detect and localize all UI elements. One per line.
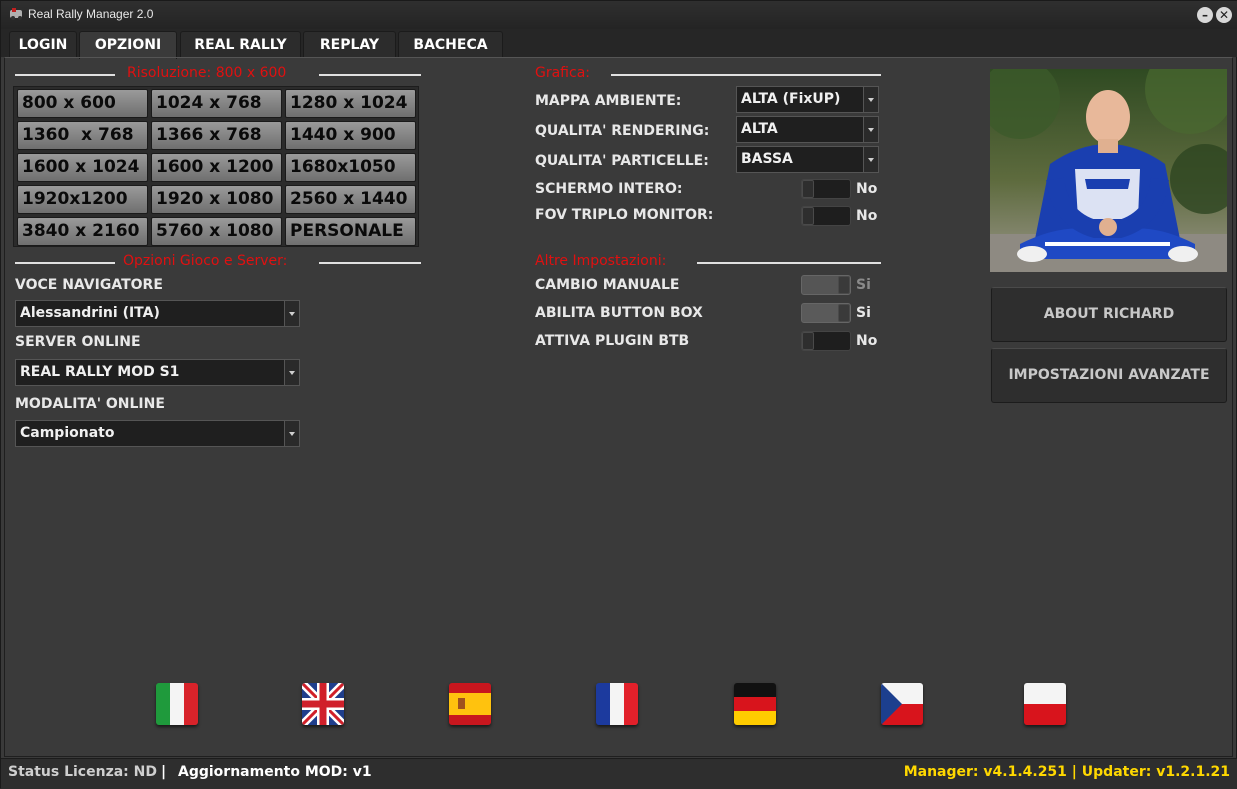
- graphics-section-title: Grafica:: [535, 65, 590, 81]
- online-server-value: REAL RALLY MOD S1: [20, 364, 180, 380]
- chevron-down-icon[interactable]: [284, 360, 299, 385]
- resolution-button[interactable]: 1440 x 900: [285, 121, 416, 150]
- particles-quality-value: BASSA: [741, 151, 793, 167]
- btb-plugin-toggle[interactable]: [801, 331, 851, 351]
- close-button[interactable]: ✕: [1216, 7, 1232, 23]
- section-divider: [611, 74, 881, 76]
- section-divider: [15, 262, 115, 264]
- manual-gearbox-value: Si: [856, 277, 871, 293]
- particles-quality-label: QUALITA' PARTICELLE:: [535, 153, 709, 169]
- resolution-button[interactable]: 2560 x 1440: [285, 185, 416, 214]
- other-settings-section-title: Altre Impostazioni:: [535, 253, 667, 269]
- about-richard-button[interactable]: ABOUT RICHARD: [991, 287, 1227, 342]
- driver-photo: [990, 69, 1227, 272]
- chevron-down-icon[interactable]: [284, 301, 299, 326]
- rendering-quality-value: ALTA: [741, 121, 778, 137]
- resolution-button[interactable]: 1680x1050: [285, 153, 416, 182]
- manual-gearbox-toggle[interactable]: [801, 275, 851, 295]
- button-box-label: ABILITA BUTTON BOX: [535, 305, 703, 321]
- resolution-button[interactable]: 1024 x 768: [151, 89, 282, 118]
- uk-flag-icon[interactable]: [302, 683, 344, 725]
- particles-quality-select[interactable]: BASSA: [736, 146, 879, 173]
- title-bar: Real Rally Manager 2.0 – ✕: [1, 1, 1237, 29]
- version-info: Manager: v4.1.4.251 | Updater: v1.2.1.21: [903, 764, 1230, 780]
- resolution-button[interactable]: 5760 x 1080: [151, 217, 282, 246]
- fullscreen-toggle[interactable]: [801, 179, 851, 199]
- online-server-label: SERVER ONLINE: [15, 334, 141, 350]
- fullscreen-label: SCHERMO INTERO:: [535, 181, 683, 197]
- resolution-button[interactable]: PERSONALE: [285, 217, 416, 246]
- advanced-settings-button[interactable]: IMPOSTAZIONI AVANZATE: [991, 348, 1227, 403]
- spain-flag-icon[interactable]: [449, 683, 491, 725]
- minimize-button[interactable]: –: [1197, 7, 1213, 23]
- chevron-down-icon[interactable]: [863, 147, 878, 172]
- czech-flag-icon[interactable]: [881, 683, 923, 725]
- resolution-button[interactable]: 1920x1200: [17, 185, 148, 214]
- chevron-down-icon[interactable]: [863, 87, 878, 112]
- section-divider: [697, 262, 881, 264]
- fov-triple-monitor-toggle[interactable]: [801, 206, 851, 226]
- resolution-button[interactable]: 3840 x 2160: [17, 217, 148, 246]
- button-box-toggle[interactable]: [801, 303, 851, 323]
- tab-real-rally[interactable]: REAL RALLY: [180, 31, 301, 58]
- resolution-button[interactable]: 1600 x 1200: [151, 153, 282, 182]
- online-mode-label: MODALITA' ONLINE: [15, 396, 165, 412]
- rendering-quality-label: QUALITA' RENDERING:: [535, 123, 710, 139]
- tab-replay[interactable]: REPLAY: [303, 31, 396, 58]
- navigator-voice-value: Alessandrini (ITA): [20, 305, 160, 321]
- rendering-quality-select[interactable]: ALTA: [736, 116, 879, 143]
- online-mode-value: Campionato: [20, 425, 115, 441]
- tab-opzioni[interactable]: OPZIONI: [79, 31, 177, 59]
- toggle-knob: [838, 276, 850, 294]
- button-box-value: Si: [856, 305, 871, 321]
- resolution-button[interactable]: 1600 x 1024: [17, 153, 148, 182]
- status-bar: Status Licenza: ND | Aggiornamento MOD: …: [1, 758, 1237, 789]
- italy-flag-icon[interactable]: [156, 683, 198, 725]
- section-divider: [15, 74, 115, 76]
- btb-plugin-label: ATTIVA PLUGIN BTB: [535, 333, 690, 349]
- fov-triple-monitor-label: FOV TRIPLO MONITOR:: [535, 207, 714, 223]
- chevron-down-icon[interactable]: [863, 117, 878, 142]
- resolution-button[interactable]: 1366 x 768: [151, 121, 282, 150]
- online-server-select[interactable]: REAL RALLY MOD S1: [15, 359, 300, 386]
- toggle-knob: [802, 207, 814, 225]
- app-window: Real Rally Manager 2.0 – ✕ LOGIN OPZIONI…: [0, 0, 1237, 789]
- navigator-voice-label: VOCE NAVIGATORE: [15, 277, 163, 293]
- france-flag-icon[interactable]: [596, 683, 638, 725]
- section-divider: [319, 74, 421, 76]
- germany-flag-icon[interactable]: [734, 683, 776, 725]
- navigator-voice-select[interactable]: Alessandrini (ITA): [15, 300, 300, 327]
- tab-login[interactable]: LOGIN: [9, 31, 77, 58]
- map-environment-label: MAPPA AMBIENTE:: [535, 93, 682, 109]
- mod-update-status: Aggiornamento MOD: v1: [178, 764, 372, 780]
- toggle-knob: [838, 304, 850, 322]
- game-server-section-title: Opzioni Gioco e Server:: [123, 253, 288, 269]
- resolution-section-title: Risoluzione: 800 x 600: [127, 65, 287, 81]
- section-divider: [319, 262, 421, 264]
- map-environment-select[interactable]: ALTA (FixUP): [736, 86, 879, 113]
- online-mode-select[interactable]: Campionato: [15, 420, 300, 447]
- toggle-knob: [802, 332, 814, 350]
- fullscreen-value: No: [856, 181, 878, 197]
- app-logo-icon: [10, 8, 22, 20]
- poland-flag-icon[interactable]: [1024, 683, 1066, 725]
- toggle-knob: [802, 180, 814, 198]
- license-status: Status Licenza: ND: [8, 764, 157, 780]
- status-separator: |: [161, 764, 167, 780]
- window-title: Real Rally Manager 2.0: [28, 7, 154, 21]
- manual-gearbox-label: CAMBIO MANUALE: [535, 277, 680, 293]
- resolution-grid: 800 x 600 1024 x 768 1280 x 1024 1360 x …: [13, 86, 419, 247]
- resolution-button[interactable]: 1280 x 1024: [285, 89, 416, 118]
- resolution-button[interactable]: 1920 x 1080: [151, 185, 282, 214]
- map-environment-value: ALTA (FixUP): [741, 91, 841, 107]
- tab-bar: LOGIN OPZIONI REAL RALLY REPLAY BACHECA: [1, 29, 1237, 59]
- fov-triple-monitor-value: No: [856, 208, 878, 224]
- tab-bacheca[interactable]: BACHECA: [398, 31, 503, 58]
- chevron-down-icon[interactable]: [284, 421, 299, 446]
- btb-plugin-value: No: [856, 333, 878, 349]
- resolution-button[interactable]: 1360 x 768: [17, 121, 148, 150]
- resolution-button[interactable]: 800 x 600: [17, 89, 148, 118]
